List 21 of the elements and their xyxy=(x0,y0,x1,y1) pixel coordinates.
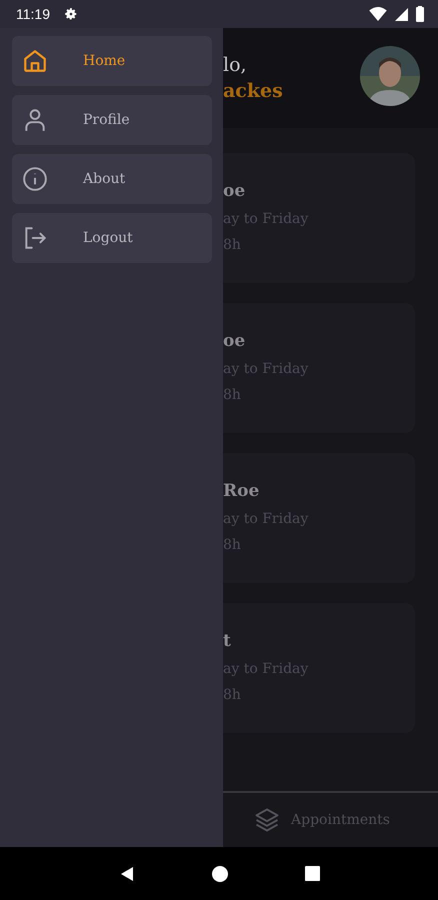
home-icon[interactable] xyxy=(212,866,228,882)
recents-icon[interactable] xyxy=(304,866,320,881)
card-name: oe xyxy=(223,331,246,351)
wifi-icon xyxy=(369,7,387,21)
card-name: Roe xyxy=(223,481,260,501)
status-time: 11:19 xyxy=(16,6,50,22)
drawer-item[interactable]: Home xyxy=(12,36,212,86)
greeting-text: lo, xyxy=(223,54,248,76)
settings-icon xyxy=(64,7,78,21)
signal-icon xyxy=(395,8,408,20)
user-name: ackes xyxy=(223,80,283,102)
back-icon[interactable] xyxy=(118,866,134,882)
battery-icon xyxy=(416,6,424,22)
home-icon xyxy=(22,48,48,74)
info-icon xyxy=(22,166,48,192)
layers-icon xyxy=(253,806,281,834)
drawer-item[interactable]: About xyxy=(12,154,212,204)
card-name: t xyxy=(223,631,232,651)
drawer-item[interactable]: Logout xyxy=(12,213,212,263)
drawer-item[interactable]: Profile xyxy=(12,95,212,145)
card-name: oe xyxy=(223,181,246,201)
